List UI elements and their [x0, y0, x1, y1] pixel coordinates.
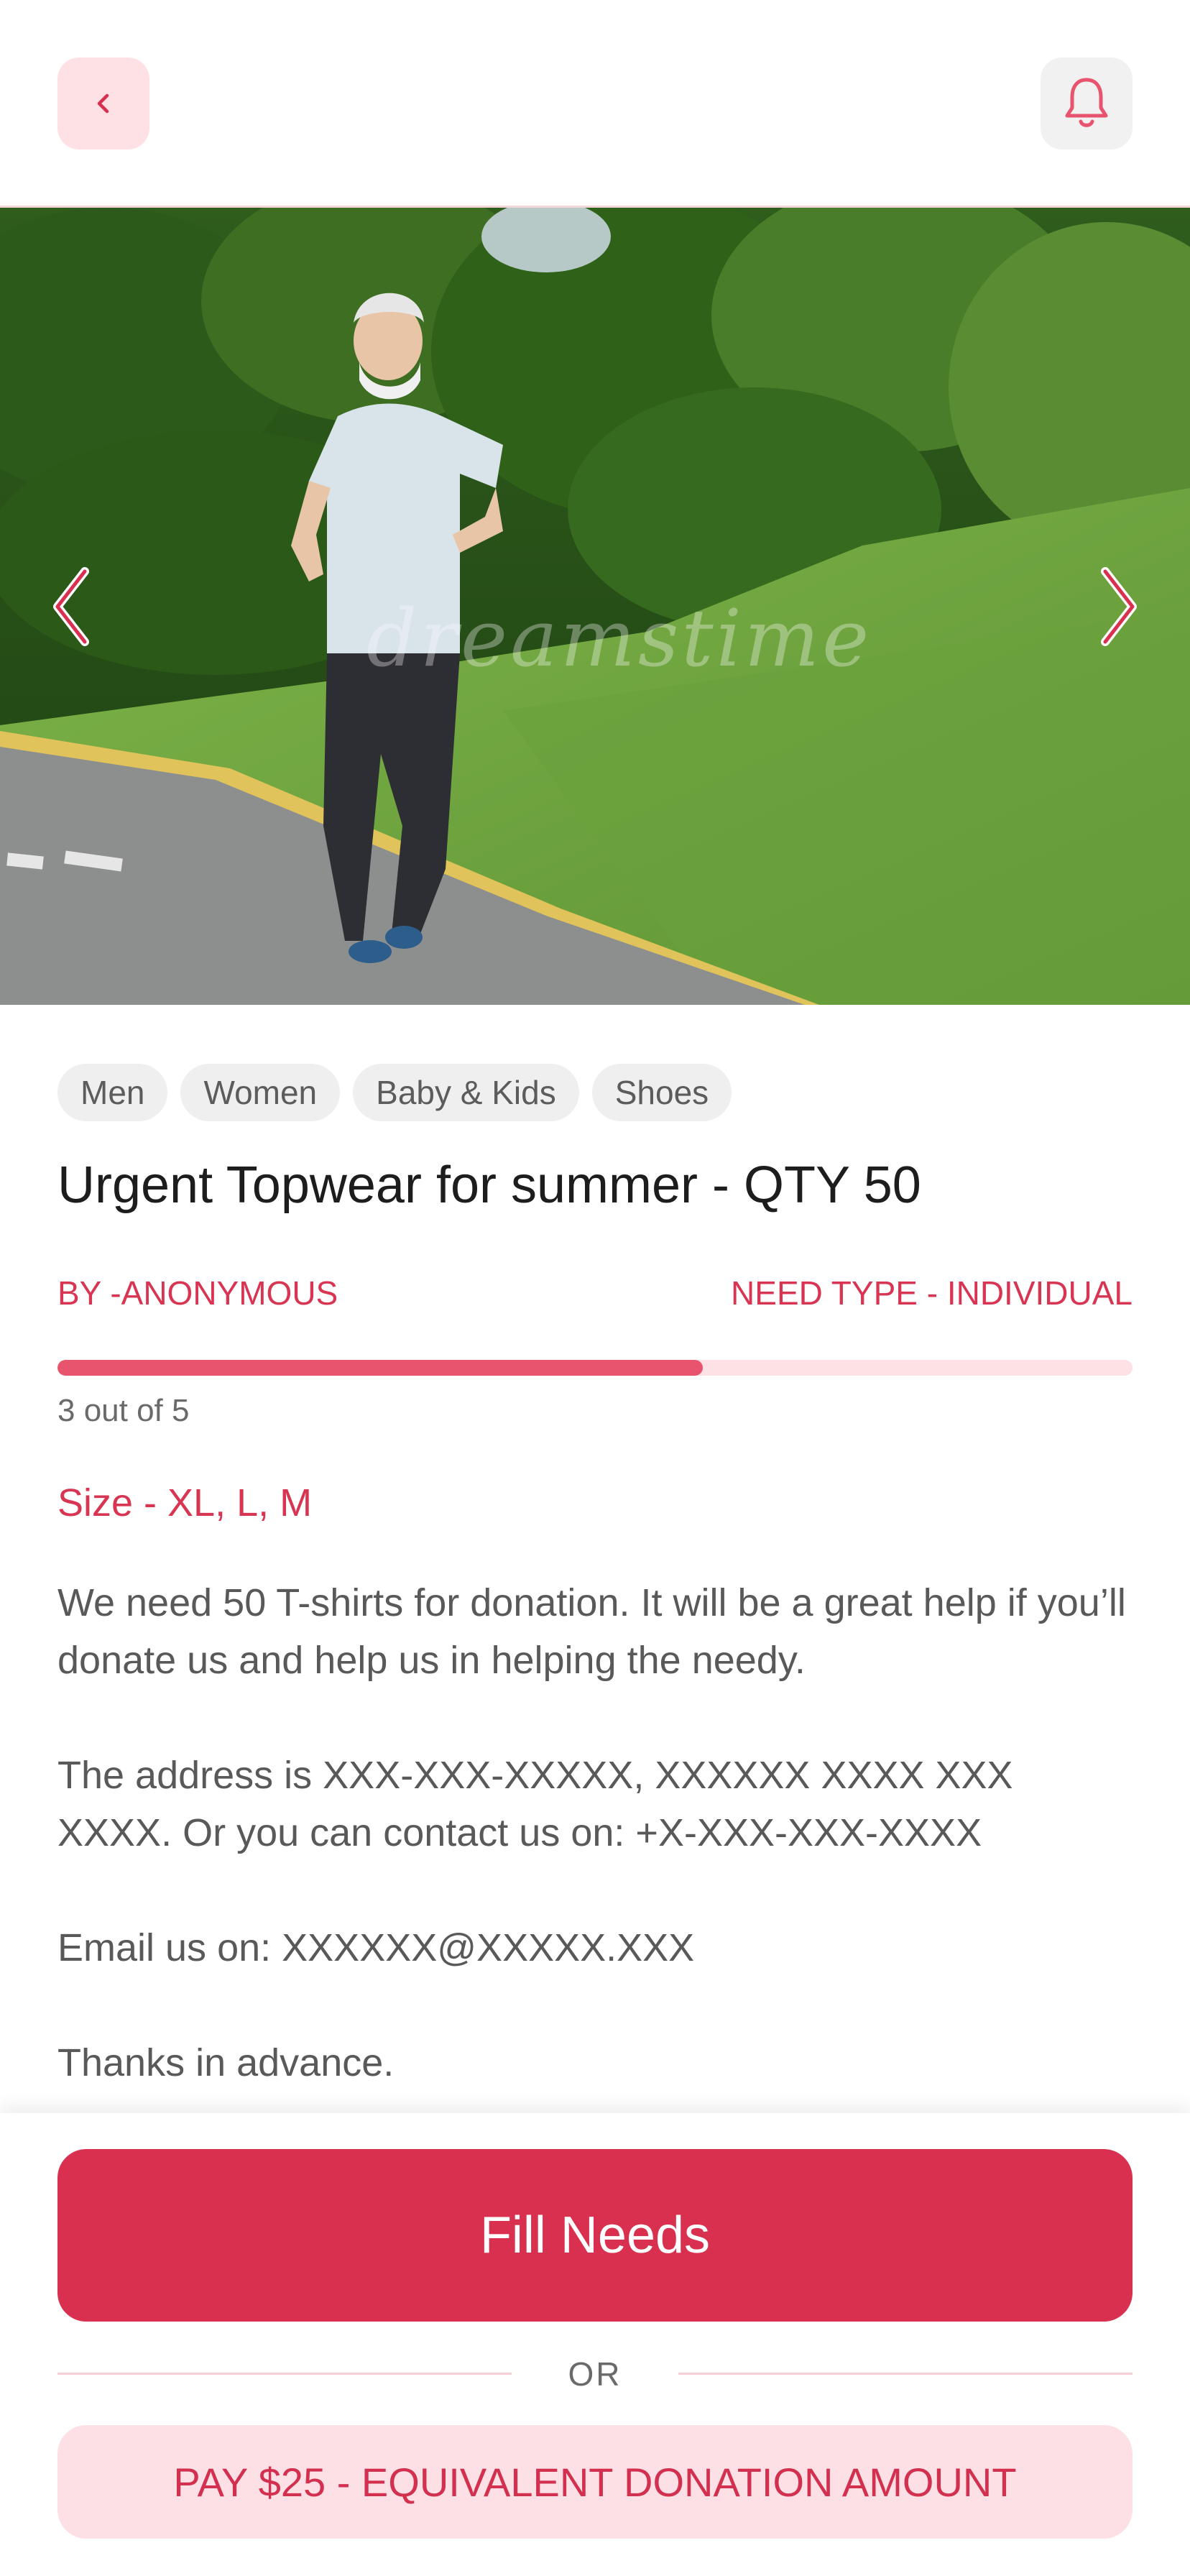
description-paragraph: Thanks in advance. — [57, 2041, 395, 2084]
description-paragraph: We need 50 T-shirts for donation. It wil… — [57, 1581, 1126, 1682]
pay-donation-button[interactable]: PAY $25 - EQUIVALENT DONATION AMOUNT — [57, 2425, 1133, 2539]
carousel-prev-button[interactable] — [43, 560, 101, 653]
chevron-left-icon — [53, 567, 89, 646]
post-title: Urgent Topwear for summer - QTY 50 — [57, 1156, 921, 1214]
tag-shoes[interactable]: Shoes — [591, 1064, 732, 1121]
chevron-left-icon — [97, 93, 109, 114]
description-paragraph: The address is XXX-XXX-XXXXX, XXXXXX XXX… — [57, 1754, 1013, 1854]
watermark-text: dreamstime — [366, 592, 872, 684]
author-label: BY -ANONYMOUS — [57, 1274, 338, 1312]
tag-baby-kids[interactable]: Baby & Kids — [353, 1064, 579, 1121]
tag-men[interactable]: Men — [57, 1064, 168, 1121]
tag-women[interactable]: Women — [180, 1064, 341, 1121]
description: We need 50 T-shirts for donation. It wil… — [57, 1574, 1135, 2092]
image-carousel[interactable]: dreamstime — [0, 208, 1190, 1005]
back-button[interactable] — [57, 58, 149, 150]
progress-bar — [57, 1360, 1133, 1376]
progress-bar-fill — [57, 1360, 703, 1376]
chevron-right-icon — [1101, 567, 1137, 646]
notification-button[interactable] — [1041, 58, 1133, 150]
top-bar — [0, 0, 1190, 208]
progress-text: 3 out of 5 — [57, 1393, 190, 1428]
description-paragraph: Email us on: XXXXXX@XXXXX.XXX — [57, 1926, 695, 1969]
category-tags: Men Women Baby & Kids Shoes — [57, 1064, 732, 1121]
or-divider-right — [678, 2373, 1133, 2375]
carousel-next-button[interactable] — [1089, 560, 1147, 653]
fill-needs-button[interactable]: Fill Needs — [57, 2149, 1133, 2322]
bell-icon — [1065, 78, 1108, 127]
size-label: Size - XL, L, M — [57, 1481, 313, 1524]
need-type-label: NEED TYPE - INDIVIDUAL — [731, 1274, 1133, 1312]
